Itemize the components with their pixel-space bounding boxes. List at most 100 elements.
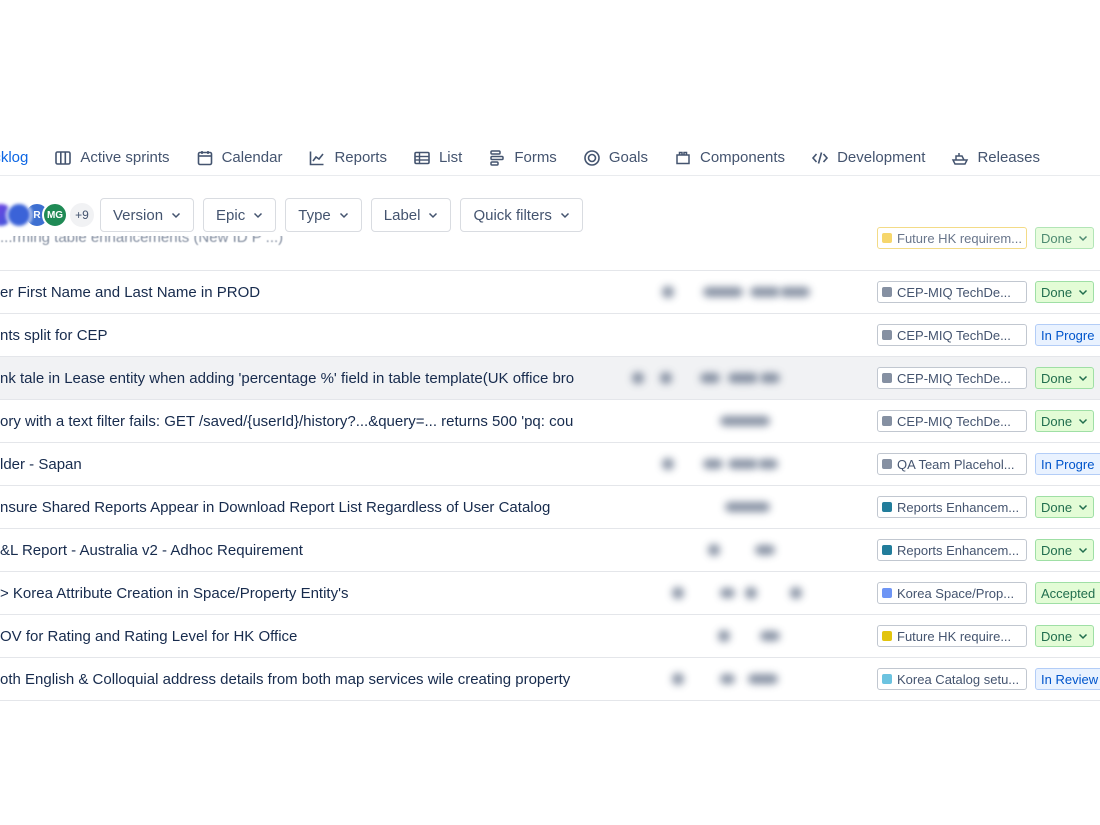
redacted-blur bbox=[662, 286, 674, 298]
status-label: Done bbox=[1041, 284, 1073, 300]
filter-label: Version bbox=[113, 206, 164, 224]
epic-name: CEP-MIQ TechDe... bbox=[897, 413, 1011, 429]
tab-list[interactable]: List bbox=[400, 140, 475, 176]
tab-backlog[interactable]: acklog bbox=[0, 140, 41, 176]
issue-summary[interactable]: lder - Sapan bbox=[0, 443, 624, 485]
table-row[interactable]: nsure Shared Reports Appear in Download … bbox=[0, 486, 1100, 529]
more-avatars-count: +9 bbox=[75, 208, 89, 222]
tab-releases[interactable]: Releases bbox=[938, 140, 1053, 176]
table-row[interactable]: nk tale in Lease entity when adding 'per… bbox=[0, 357, 1100, 400]
epic-lozenge[interactable]: CEP-MIQ TechDe... bbox=[877, 281, 1027, 303]
issue-summary[interactable]: nts split for CEP bbox=[0, 314, 624, 356]
issue-summary[interactable]: OV for Rating and Rating Level for HK Of… bbox=[0, 615, 624, 657]
issue-summary[interactable]: > Korea Attribute Creation in Space/Prop… bbox=[0, 572, 624, 614]
table-row[interactable]: > Korea Attribute Creation in Space/Prop… bbox=[0, 572, 1100, 615]
epic-color-swatch bbox=[882, 588, 892, 598]
issue-summary-text: nk tale in Lease entity when adding 'per… bbox=[0, 369, 575, 387]
redacted-blur bbox=[755, 545, 775, 555]
tab-active-sprints[interactable]: Active sprints bbox=[41, 140, 182, 176]
tab-goals[interactable]: Goals bbox=[570, 140, 661, 176]
issue-summary-text: > Korea Attribute Creation in Space/Prop… bbox=[0, 584, 349, 602]
chevron-down-icon bbox=[560, 210, 570, 220]
epic-name: Reports Enhancem... bbox=[897, 499, 1020, 515]
tab-list-label: List bbox=[438, 149, 463, 166]
epic-lozenge[interactable]: CEP-MIQ TechDe... bbox=[877, 367, 1027, 389]
redacted-blur bbox=[725, 502, 770, 512]
tab-calendar-label: Calendar bbox=[221, 149, 283, 166]
epic-lozenge[interactable]: Future HK requirem... bbox=[877, 227, 1027, 249]
epic-lozenge[interactable]: Reports Enhancem... bbox=[877, 496, 1027, 518]
issue-summary[interactable]: nk tale in Lease entity when adding 'per… bbox=[0, 357, 624, 399]
epic-lozenge[interactable]: Korea Catalog setu... bbox=[877, 668, 1027, 690]
type-filter-button[interactable]: Type bbox=[285, 198, 362, 232]
redacted-blur bbox=[790, 587, 802, 599]
issue-summary-text: nsure Shared Reports Appear in Download … bbox=[0, 498, 551, 516]
status-label: In Progre bbox=[1041, 327, 1095, 343]
table-row[interactable]: nts split for CEP CEP-MIQ TechDe... In Pro… bbox=[0, 314, 1100, 357]
epic-lozenge[interactable]: Future HK require... bbox=[877, 625, 1027, 647]
issue-summary[interactable]: nsure Shared Reports Appear in Download … bbox=[0, 486, 624, 528]
status-dropdown[interactable]: In Progre bbox=[1035, 453, 1100, 475]
tab-development[interactable]: Development bbox=[798, 140, 938, 176]
table-row[interactable]: lder - Sapan QA Team Placehol... In Progre bbox=[0, 443, 1100, 486]
status-dropdown[interactable]: Done bbox=[1035, 281, 1095, 303]
issue-summary[interactable]: &L Report - Australia v2 - Adhoc Require… bbox=[0, 529, 624, 571]
redacted-blur bbox=[750, 287, 780, 297]
table-row[interactable]: ory with a text filter fails: GET /saved… bbox=[0, 400, 1100, 443]
version-filter-button[interactable]: Version bbox=[100, 198, 195, 232]
redacted-blur bbox=[720, 588, 735, 598]
tab-reports[interactable]: Reports bbox=[295, 140, 400, 176]
status-dropdown[interactable]: Accepted bbox=[1035, 582, 1100, 604]
redacted-blur bbox=[745, 587, 757, 599]
status-dropdown[interactable]: In Progre bbox=[1035, 324, 1100, 346]
avatar[interactable]: MG bbox=[42, 202, 68, 228]
tab-calendar[interactable]: Calendar bbox=[183, 140, 296, 176]
status-dropdown[interactable]: Done bbox=[1035, 367, 1095, 389]
status-dropdown[interactable]: Done bbox=[1035, 539, 1095, 561]
chevron-down-icon bbox=[253, 210, 263, 220]
more-avatars-button[interactable]: +9 bbox=[68, 201, 96, 229]
status-dropdown[interactable]: In Review bbox=[1035, 668, 1100, 690]
quick-filters-button[interactable]: Quick filters bbox=[460, 198, 583, 232]
issue-summary[interactable]: er First Name and Last Name in PROD bbox=[0, 271, 624, 313]
epic-name: Reports Enhancem... bbox=[897, 542, 1020, 558]
redacted-blur bbox=[672, 673, 684, 685]
epic-lozenge[interactable]: Reports Enhancem... bbox=[877, 539, 1027, 561]
label-filter-button[interactable]: Label bbox=[370, 198, 452, 232]
epic-filter-button[interactable]: Epic bbox=[203, 198, 277, 232]
redacted-fields bbox=[624, 236, 880, 270]
status-label: Done bbox=[1041, 542, 1073, 558]
epic-lozenge[interactable]: QA Team Placehol... bbox=[877, 453, 1027, 475]
tab-forms[interactable]: Forms bbox=[475, 140, 570, 176]
issue-summary-text: ory with a text filter fails: GET /saved… bbox=[0, 412, 574, 430]
issue-summary[interactable]: oth English & Colloquial address details… bbox=[0, 658, 624, 700]
avatar-initials: MG bbox=[46, 209, 64, 221]
table-row[interactable]: oth English & Colloquial address details… bbox=[0, 658, 1100, 701]
issue-summary[interactable]: ory with a text filter fails: GET /saved… bbox=[0, 400, 624, 442]
assignee-avatar-group[interactable]: R MG +9 bbox=[0, 201, 96, 229]
issue-summary-text: OV for Rating and Rating Level for HK Of… bbox=[0, 627, 298, 645]
issue-summary[interactable]: ...rming table enhancements (New ID P ..… bbox=[0, 236, 624, 270]
table-row[interactable]: ...rming table enhancements (New ID P ..… bbox=[0, 227, 1100, 271]
epic-lozenge[interactable]: CEP-MIQ TechDe... bbox=[877, 410, 1027, 432]
epic-name: Future HK require... bbox=[897, 628, 1012, 644]
avatar[interactable] bbox=[6, 202, 32, 228]
redacted-blur bbox=[728, 373, 758, 383]
status-dropdown[interactable]: Done bbox=[1035, 410, 1095, 432]
status-dropdown[interactable]: Done bbox=[1035, 496, 1095, 518]
status-label: Done bbox=[1041, 628, 1073, 644]
chevron-down-icon bbox=[1078, 502, 1088, 512]
epic-lozenge[interactable]: CEP-MIQ TechDe... bbox=[877, 324, 1027, 346]
status-dropdown[interactable]: Done bbox=[1035, 625, 1095, 647]
epic-lozenge[interactable]: Korea Space/Prop... bbox=[877, 582, 1027, 604]
epic-color-swatch bbox=[882, 459, 892, 469]
redacted-fields bbox=[624, 400, 880, 442]
table-row[interactable]: OV for Rating and Rating Level for HK Of… bbox=[0, 615, 1100, 658]
table-row[interactable]: &L Report - Australia v2 - Adhoc Require… bbox=[0, 529, 1100, 572]
issue-summary-text: nts split for CEP bbox=[0, 326, 108, 344]
filter-label: Type bbox=[298, 206, 331, 224]
status-dropdown[interactable]: Done bbox=[1035, 227, 1095, 249]
redacted-blur bbox=[660, 372, 672, 384]
tab-components[interactable]: Components bbox=[661, 140, 798, 176]
table-row[interactable]: er First Name and Last Name in PROD CEP-M… bbox=[0, 271, 1100, 314]
